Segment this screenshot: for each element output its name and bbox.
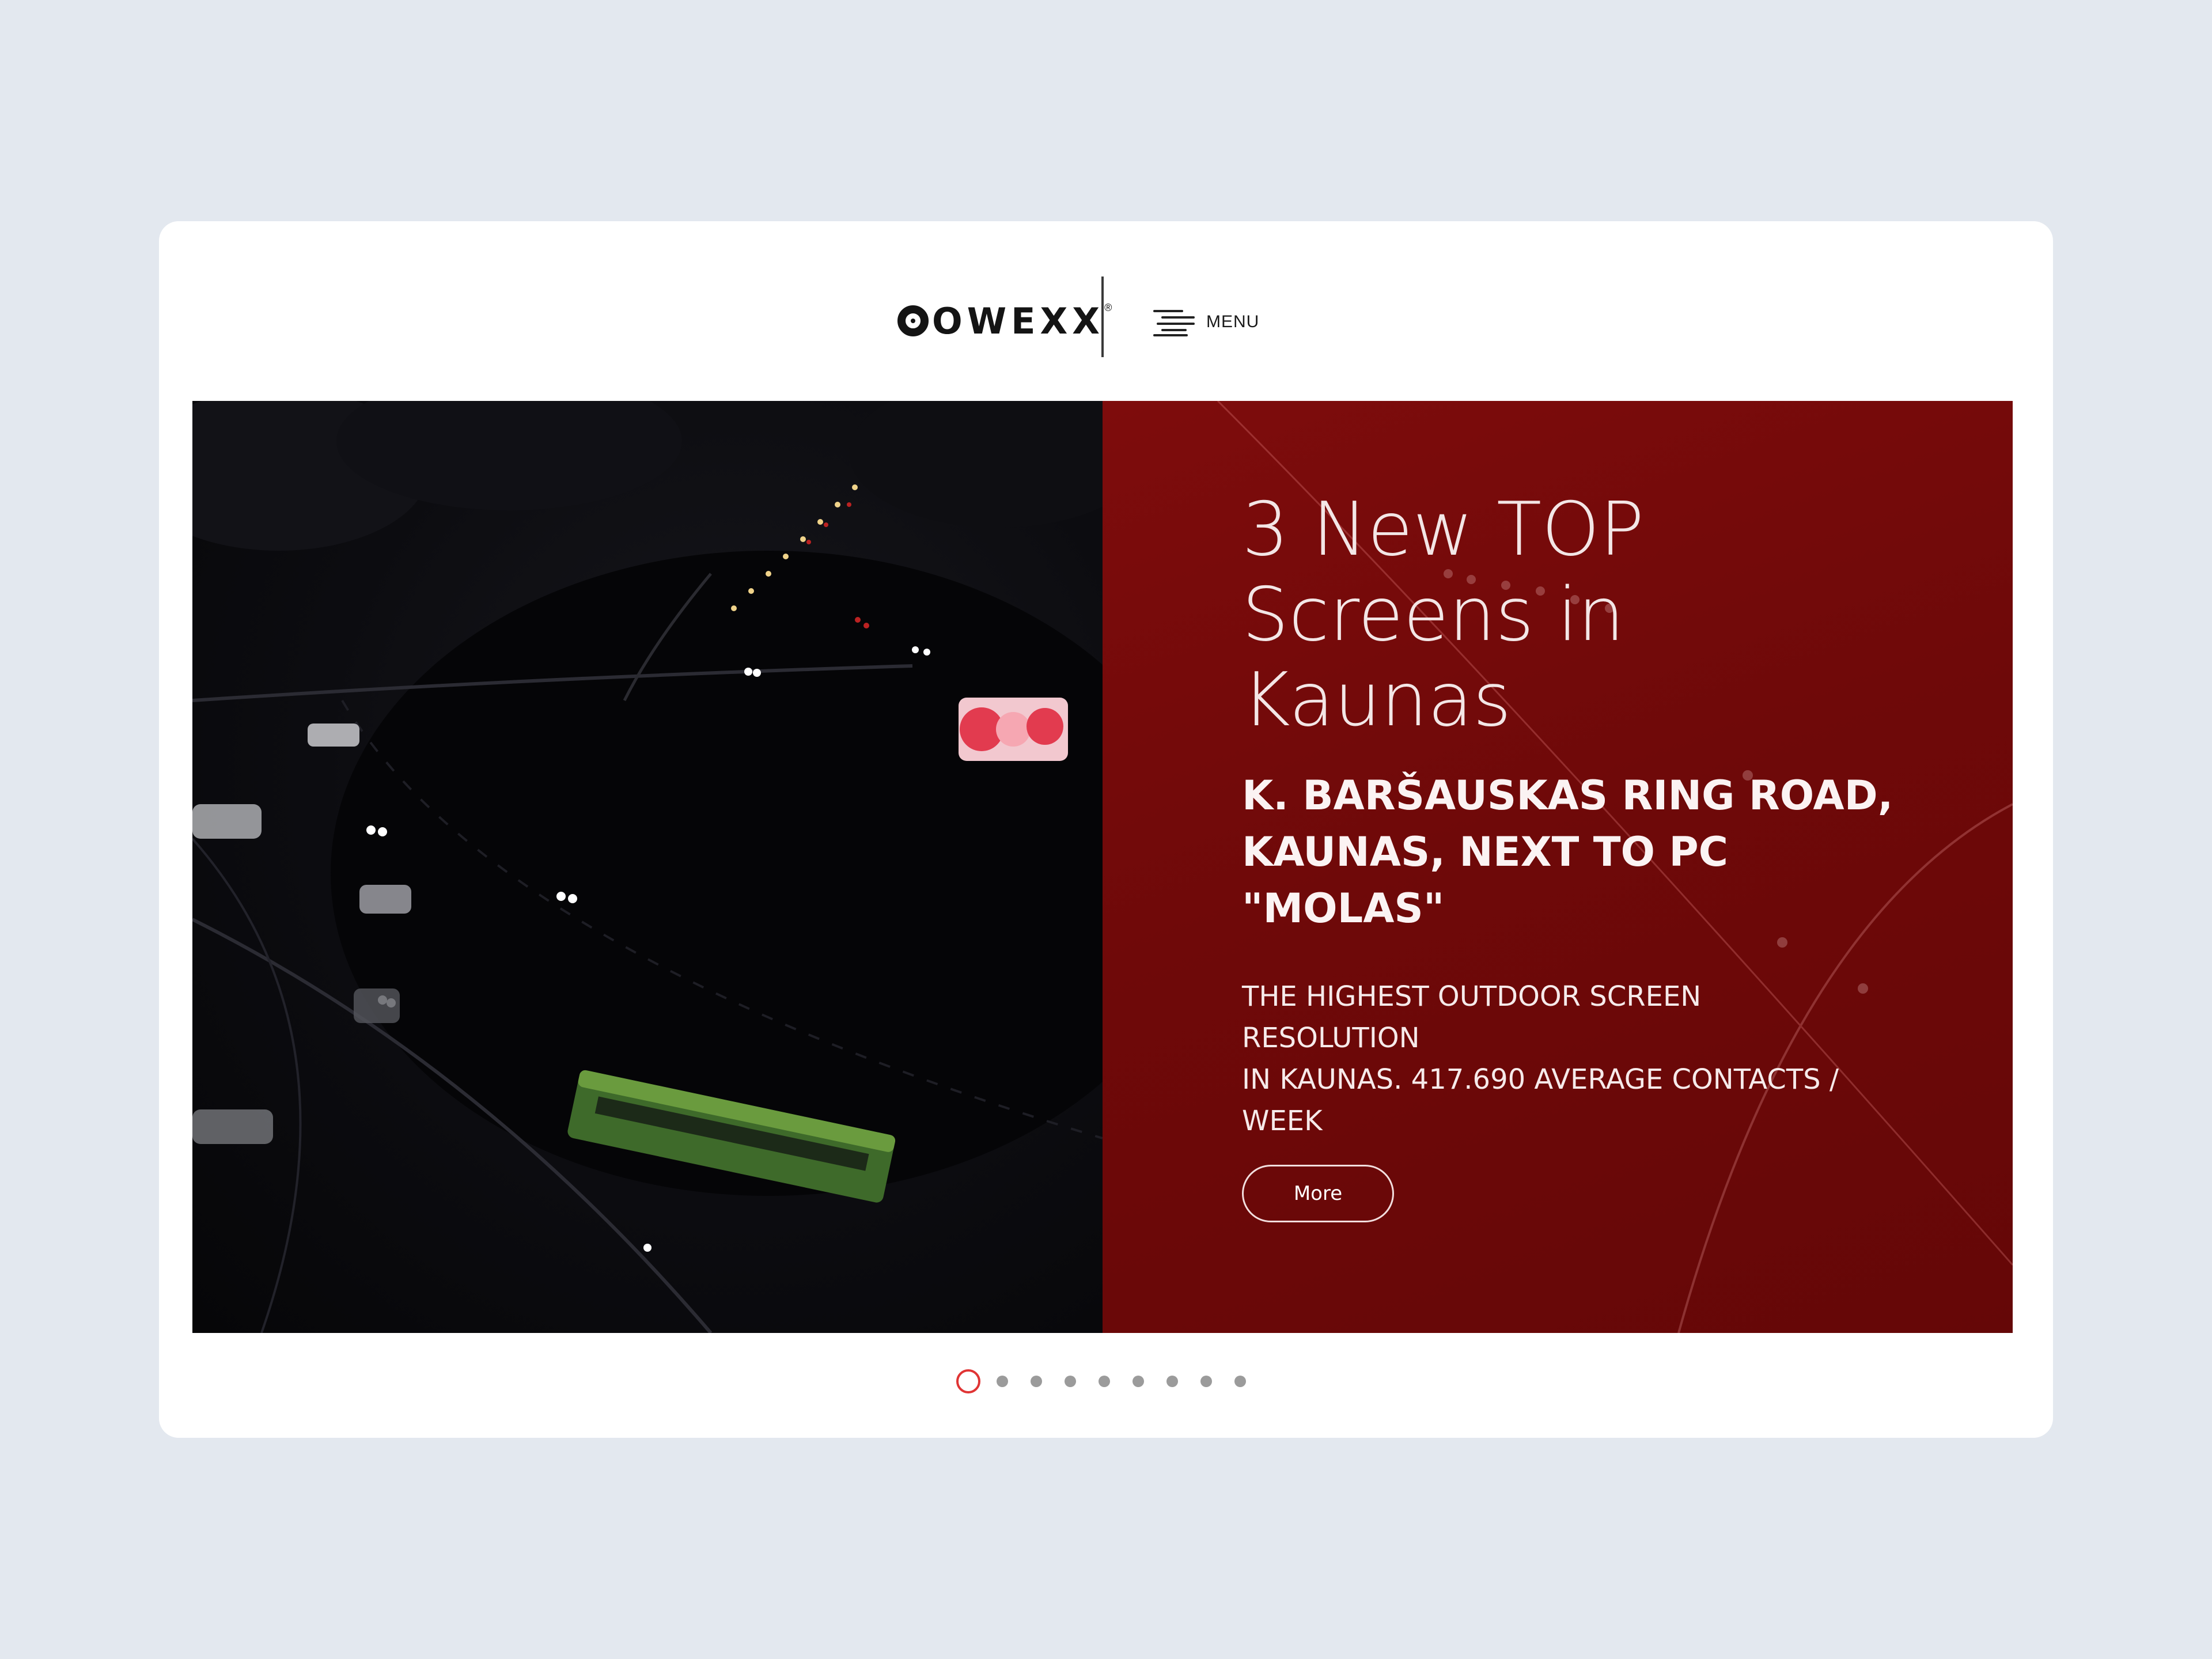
- more-button[interactable]: More: [1242, 1165, 1394, 1222]
- menu-button[interactable]: MENU: [1153, 302, 1259, 342]
- slide-title: 3 New TOP Screens in Kaunas: [1242, 487, 1933, 743]
- night-road-illustration: [192, 401, 1206, 1333]
- main-card: OWEXX ® MENU 3 New TOP Screens in Kaunas…: [159, 221, 2053, 1438]
- logo-text: OWEXX: [932, 300, 1105, 342]
- hamburger-menu-icon: [1153, 308, 1195, 336]
- hero-slide: 3 New TOP Screens in Kaunas K. BARŠAUSKA…: [192, 401, 2013, 1333]
- night-traffic-photo: [192, 401, 1206, 1333]
- slide-location-line: "MOLAS": [1242, 885, 1445, 932]
- slide-location-line: KAUNAS, NEXT TO PC: [1242, 828, 1729, 876]
- slide-title-line: 3 New TOP: [1242, 487, 1645, 573]
- slide-description-line: WEEK: [1242, 1105, 1323, 1137]
- pagination-dot-active[interactable]: [956, 1369, 980, 1393]
- slide-location-line: K. BARŠAUSKAS RING ROAD,: [1242, 772, 1893, 819]
- pagination-dot[interactable]: [1234, 1376, 1246, 1387]
- logo-registered-mark: ®: [1104, 302, 1112, 313]
- pagination-dot[interactable]: [997, 1376, 1008, 1387]
- header-divider: [1101, 276, 1104, 357]
- logo-ring-icon: [897, 305, 929, 336]
- slide-description-line: IN KAUNAS. 417.690 AVERAGE CONTACTS /: [1242, 1063, 1839, 1096]
- slide-description-line: RESOLUTION: [1242, 1022, 1420, 1054]
- pagination-dot[interactable]: [1132, 1376, 1144, 1387]
- owexx-logo[interactable]: OWEXX ®: [897, 289, 1112, 353]
- site-header: OWEXX ® MENU: [159, 221, 2053, 403]
- slider-pagination: [956, 1369, 1268, 1394]
- slide-location: K. BARŠAUSKAS RING ROAD, KAUNAS, NEXT TO…: [1242, 767, 1899, 937]
- pagination-dot[interactable]: [1200, 1376, 1212, 1387]
- slide-description-line: THE HIGHEST OUTDOOR SCREEN: [1242, 980, 1702, 1013]
- menu-label: MENU: [1206, 312, 1260, 331]
- pagination-dot[interactable]: [1099, 1376, 1110, 1387]
- pagination-dot[interactable]: [1166, 1376, 1178, 1387]
- slide-description: THE HIGHEST OUTDOOR SCREEN RESOLUTION IN…: [1242, 976, 1899, 1142]
- slide-title-line: Kaunas: [1242, 657, 1512, 743]
- slide-title-line: Screens in: [1242, 572, 1625, 658]
- pagination-dot[interactable]: [1031, 1376, 1042, 1387]
- pagination-dot[interactable]: [1065, 1376, 1076, 1387]
